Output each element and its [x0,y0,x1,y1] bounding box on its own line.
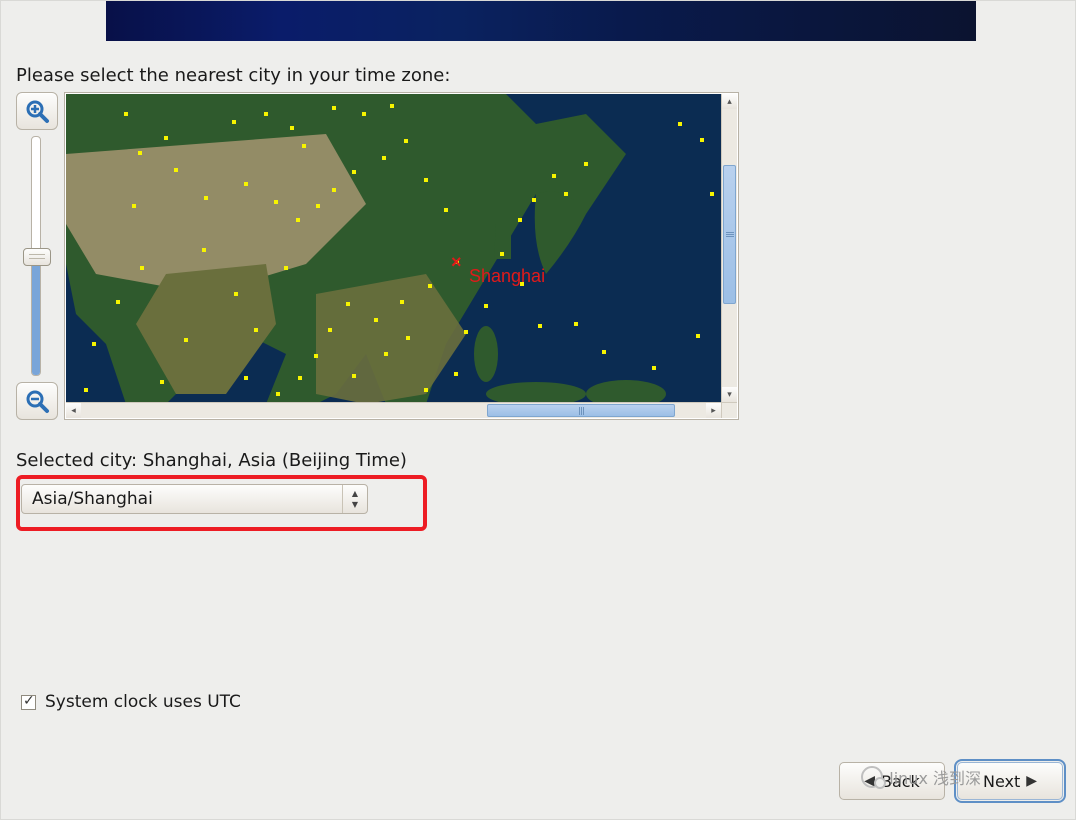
zoom-out-button[interactable] [16,382,58,420]
utc-row: System clock uses UTC [21,692,241,712]
arrow-right-icon: ▶ [1026,773,1037,789]
map-vscrollbar[interactable]: ▴ ▾ [721,94,737,402]
header-banner [106,1,976,41]
dropdown-spinner-icon: ▲▼ [342,485,367,513]
next-button[interactable]: Next ▶ [957,762,1063,800]
zoom-slider-thumb[interactable] [23,248,51,266]
map-hscrollbar[interactable]: ◂ ▸ [66,402,721,418]
scroll-up-button[interactable]: ▴ [722,94,737,109]
svg-text:×: × [451,252,462,272]
zoom-controls [16,92,58,420]
world-map[interactable]: × Shanghai [66,94,723,404]
map-frame: × Shanghai ▴ ▾ ◂ ▸ [64,92,739,420]
nav-button-bar: ◀ Back Next ▶ [839,762,1063,800]
scrollbar-corner [721,402,737,418]
arrow-left-icon: ◀ [864,773,875,789]
timezone-map-panel: × Shanghai ▴ ▾ ◂ ▸ [16,92,739,440]
scroll-right-button[interactable]: ▸ [706,403,721,418]
hscroll-track[interactable] [81,403,706,418]
svg-text:Shanghai: Shanghai [469,266,545,286]
timezone-dropdown[interactable]: Asia/Shanghai ▲▼ [21,484,368,514]
utc-checkbox-label: System clock uses UTC [45,692,241,712]
zoom-in-icon [24,98,50,124]
vscroll-thumb[interactable] [723,165,736,304]
back-button[interactable]: ◀ Back [839,762,945,800]
timezone-dropdown-value: Asia/Shanghai [22,489,342,509]
installer-window: Please select the nearest city in your t… [0,0,1076,820]
hscroll-thumb[interactable] [487,404,675,417]
back-button-label: Back [881,772,920,791]
vscroll-track[interactable] [722,109,737,387]
zoom-in-button[interactable] [16,92,58,130]
zoom-slider-fill [32,255,40,375]
scroll-down-button[interactable]: ▾ [722,387,737,402]
utc-checkbox[interactable] [21,695,36,710]
scroll-left-button[interactable]: ◂ [66,403,81,418]
selected-city-label: Selected city: Shanghai, Asia (Beijing T… [16,450,407,471]
next-button-label: Next [983,772,1020,791]
timezone-prompt: Please select the nearest city in your t… [16,65,450,86]
zoom-out-icon [24,388,50,414]
